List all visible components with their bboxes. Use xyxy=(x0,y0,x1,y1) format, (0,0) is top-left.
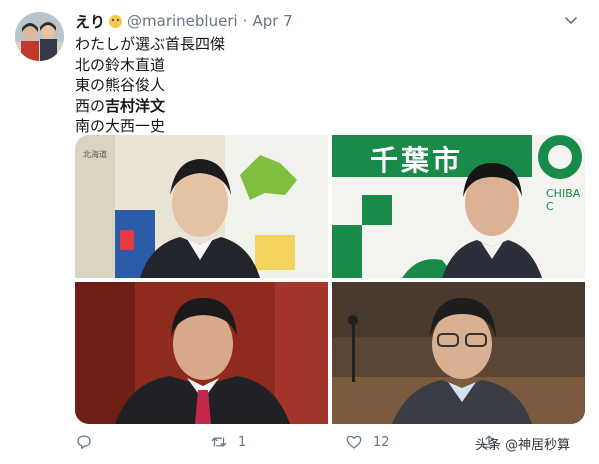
tweet-line: わたしが選ぶ首長四傑 xyxy=(75,35,226,53)
tweet-line: 東の熊谷俊人 xyxy=(75,76,166,94)
reply-button[interactable] xyxy=(75,430,103,454)
retweet-icon xyxy=(211,437,227,447)
display-name[interactable]: えり xyxy=(75,11,105,32)
watermark: 头条 @神居秒算 xyxy=(475,438,571,453)
sign-text: 千葉市 xyxy=(370,144,464,177)
user-handle[interactable]: @marineblueri xyxy=(127,12,238,30)
like-button[interactable]: 12 xyxy=(345,430,390,454)
tweet-media-grid: 北海道 千葉市 CHIBA C xyxy=(75,135,585,424)
reply-icon xyxy=(77,435,91,450)
tweet-date[interactable]: Apr 7 xyxy=(252,12,292,30)
tweet-line: 北の鈴木直道 xyxy=(75,55,166,74)
tweet-header: えり @marineblueri · Apr 7 xyxy=(75,10,579,32)
avatar[interactable] xyxy=(15,12,64,61)
separator-dot: · xyxy=(242,12,248,30)
tweet-photo-3[interactable] xyxy=(75,282,328,424)
tweet-photo-4[interactable] xyxy=(332,282,585,424)
like-count: 12 xyxy=(373,434,390,450)
sign-text: 北海道 xyxy=(83,150,107,159)
sign-text-en: CHIBA C xyxy=(546,187,581,213)
tweet-line: 西の吉村洋文 xyxy=(75,96,225,117)
tweet-text: わたしが選ぶ首長四傑 北の鈴木直道 東の熊谷俊人 西の吉村洋文 南の大西一史 xyxy=(75,34,225,137)
chevron-down-icon[interactable] xyxy=(563,12,579,28)
tweet-photo-2[interactable]: 千葉市 CHIBA C xyxy=(332,135,585,278)
retweet-button[interactable]: 1 xyxy=(210,430,246,454)
tweet-line-prefix: 西の xyxy=(75,96,106,115)
smiley-emoji-icon xyxy=(109,14,123,28)
retweet-count: 1 xyxy=(238,434,247,450)
tweet-photo-1[interactable]: 北海道 xyxy=(75,135,328,278)
tweet-line: 南の大西一史 xyxy=(75,117,166,135)
tweet-line-bold-name: 吉村洋文 xyxy=(105,96,166,115)
heart-icon xyxy=(346,435,362,449)
